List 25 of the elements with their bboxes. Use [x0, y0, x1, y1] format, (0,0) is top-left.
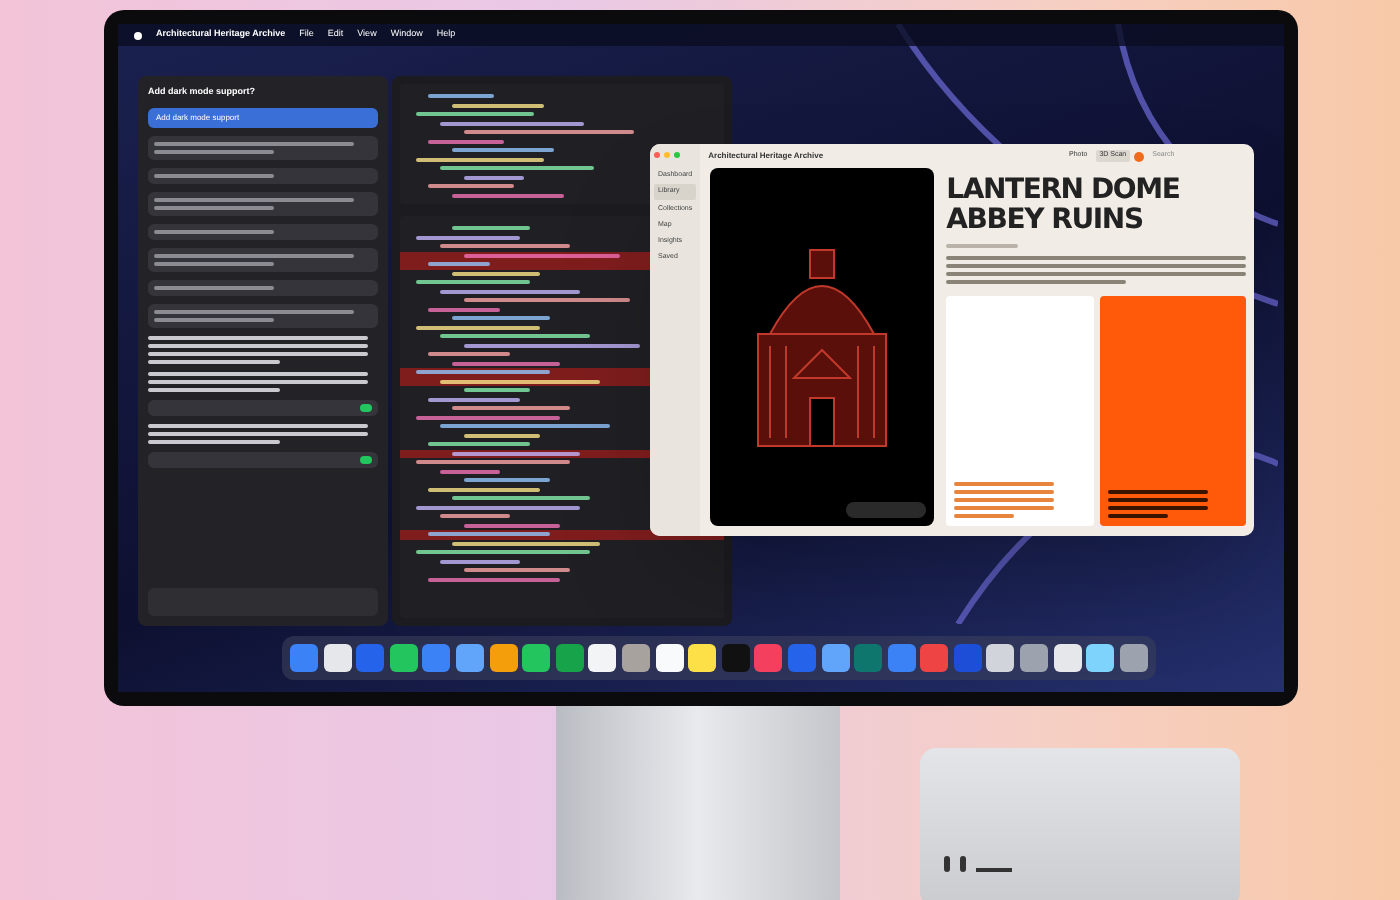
- record-title: LANTERN DOME: [946, 176, 1182, 206]
- app-icon[interactable]: [1086, 644, 1115, 672]
- app-icon[interactable]: [455, 644, 484, 672]
- app-icon[interactable]: [688, 644, 717, 672]
- app-icon[interactable]: [489, 644, 518, 672]
- text-lines-drawing: [154, 229, 274, 234]
- toggle-icon[interactable]: [360, 455, 372, 464]
- text-lines-drawing: [154, 285, 274, 290]
- app-icon[interactable]: [986, 644, 1015, 672]
- app-icon[interactable]: [655, 644, 684, 672]
- text-lines-drawing: [946, 244, 1019, 248]
- record-title: ABBEY RUINS: [946, 206, 1145, 236]
- app-icon[interactable]: [1053, 644, 1082, 672]
- app-icon[interactable]: [588, 644, 617, 672]
- text-lines-drawing: [954, 482, 1055, 518]
- toggle-icon[interactable]: [360, 403, 372, 412]
- text-lines-drawing: [1107, 490, 1208, 518]
- viewer-toolbar: [846, 502, 927, 518]
- app-icon[interactable]: [821, 644, 849, 672]
- avatar-icon[interactable]: [1134, 151, 1145, 161]
- text-lines-drawing: [154, 173, 274, 178]
- app-icon[interactable]: [621, 644, 650, 672]
- app-icon[interactable]: [323, 644, 352, 672]
- app-icon[interactable]: [522, 644, 551, 672]
- app-icon[interactable]: [389, 644, 418, 672]
